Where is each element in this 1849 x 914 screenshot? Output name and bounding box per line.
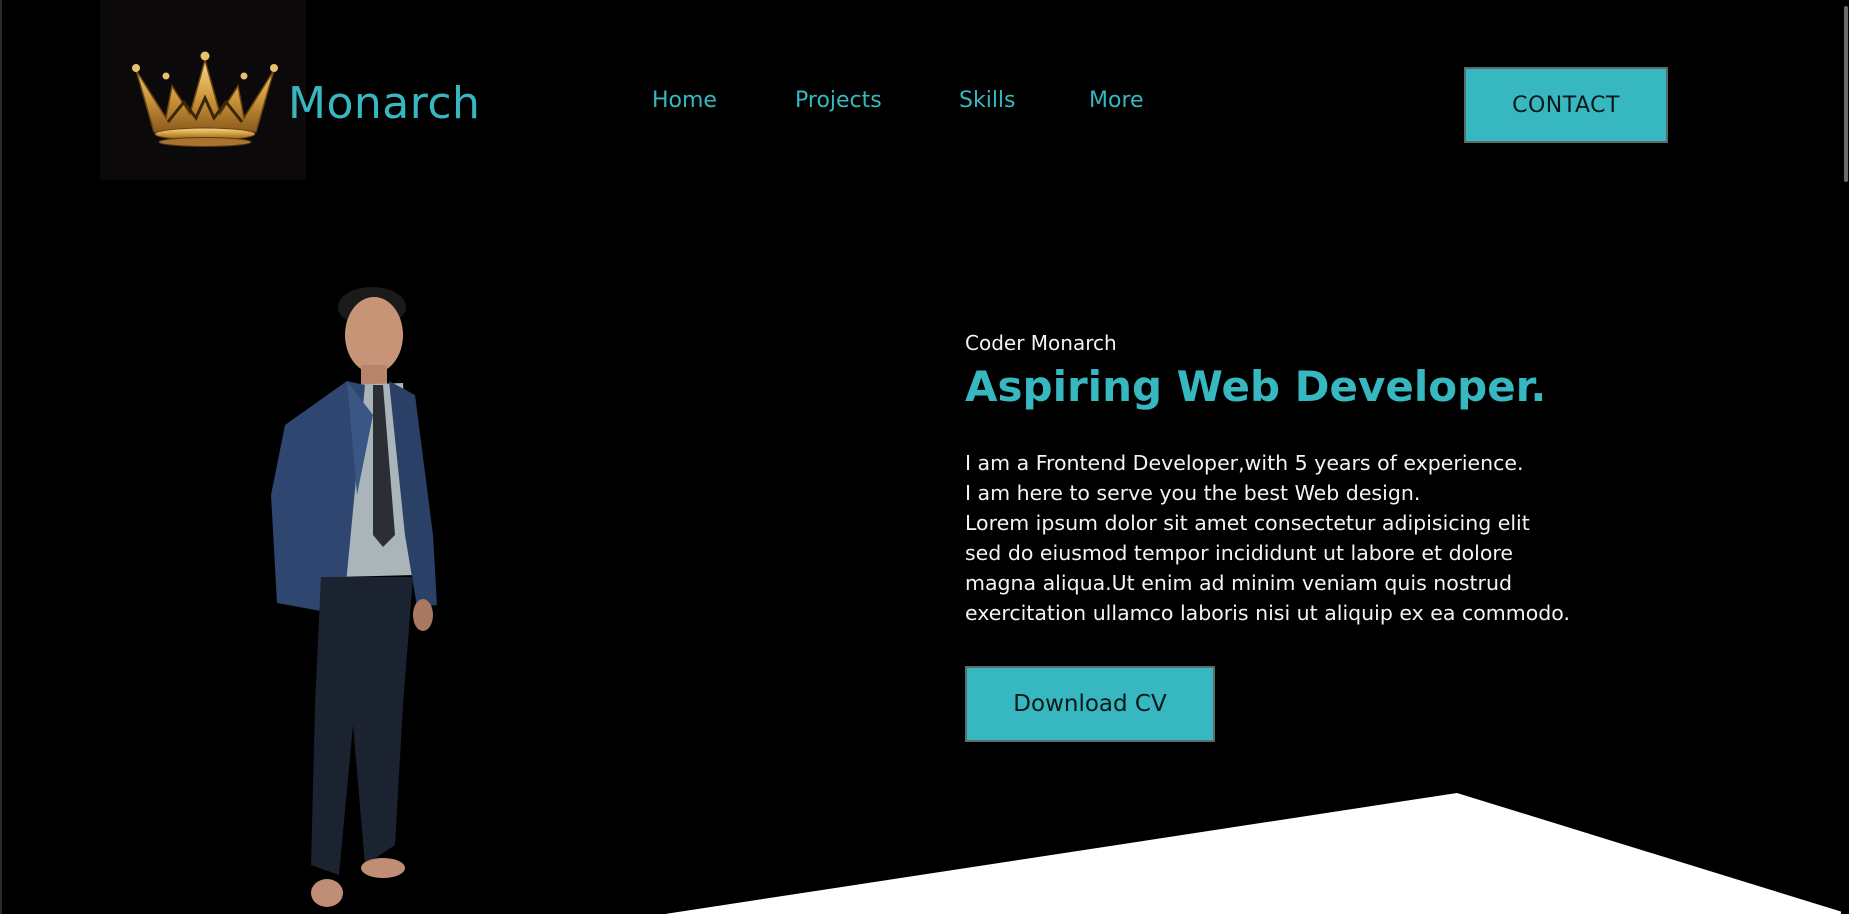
contact-button[interactable]: CONTACT	[1464, 67, 1668, 143]
nav-skills[interactable]: Skills	[959, 88, 1016, 113]
hero-description-line: I am here to serve you the best Web desi…	[965, 481, 1421, 505]
hero-description: I am a Frontend Developer,with 5 years o…	[965, 448, 1605, 628]
hero-eyebrow: Coder Monarch	[965, 331, 1117, 355]
nav-more[interactable]: More	[1089, 88, 1144, 113]
hero-title: Aspiring Web Developer.	[965, 362, 1547, 411]
nav-projects[interactable]: Projects	[795, 88, 882, 113]
hero-description-line: exercitation ullamco laboris nisi ut ali…	[965, 601, 1570, 625]
portfolio-page: Monarch Home Projects Skills More CONTAC…	[0, 0, 1849, 914]
nav-home[interactable]: Home	[652, 88, 717, 113]
profile-photo	[271, 287, 437, 907]
hero-description-line: sed do eiusmod tempor incididunt ut labo…	[965, 541, 1513, 565]
scrollbar-thumb[interactable]	[1844, 6, 1848, 182]
hero-description-line: Lorem ipsum dolor sit amet consectetur a…	[965, 511, 1530, 535]
hero-description-line: I am a Frontend Developer,with 5 years o…	[965, 451, 1524, 475]
vertical-scrollbar[interactable]	[1841, 0, 1849, 914]
crown-icon	[132, 51, 278, 147]
download-cv-button[interactable]: Download CV	[965, 666, 1215, 742]
hero-description-line: magna aliqua.Ut enim ad minim veniam qui…	[965, 571, 1512, 595]
window-left-edge	[0, 0, 2, 914]
brand-name[interactable]: Monarch	[288, 78, 480, 129]
